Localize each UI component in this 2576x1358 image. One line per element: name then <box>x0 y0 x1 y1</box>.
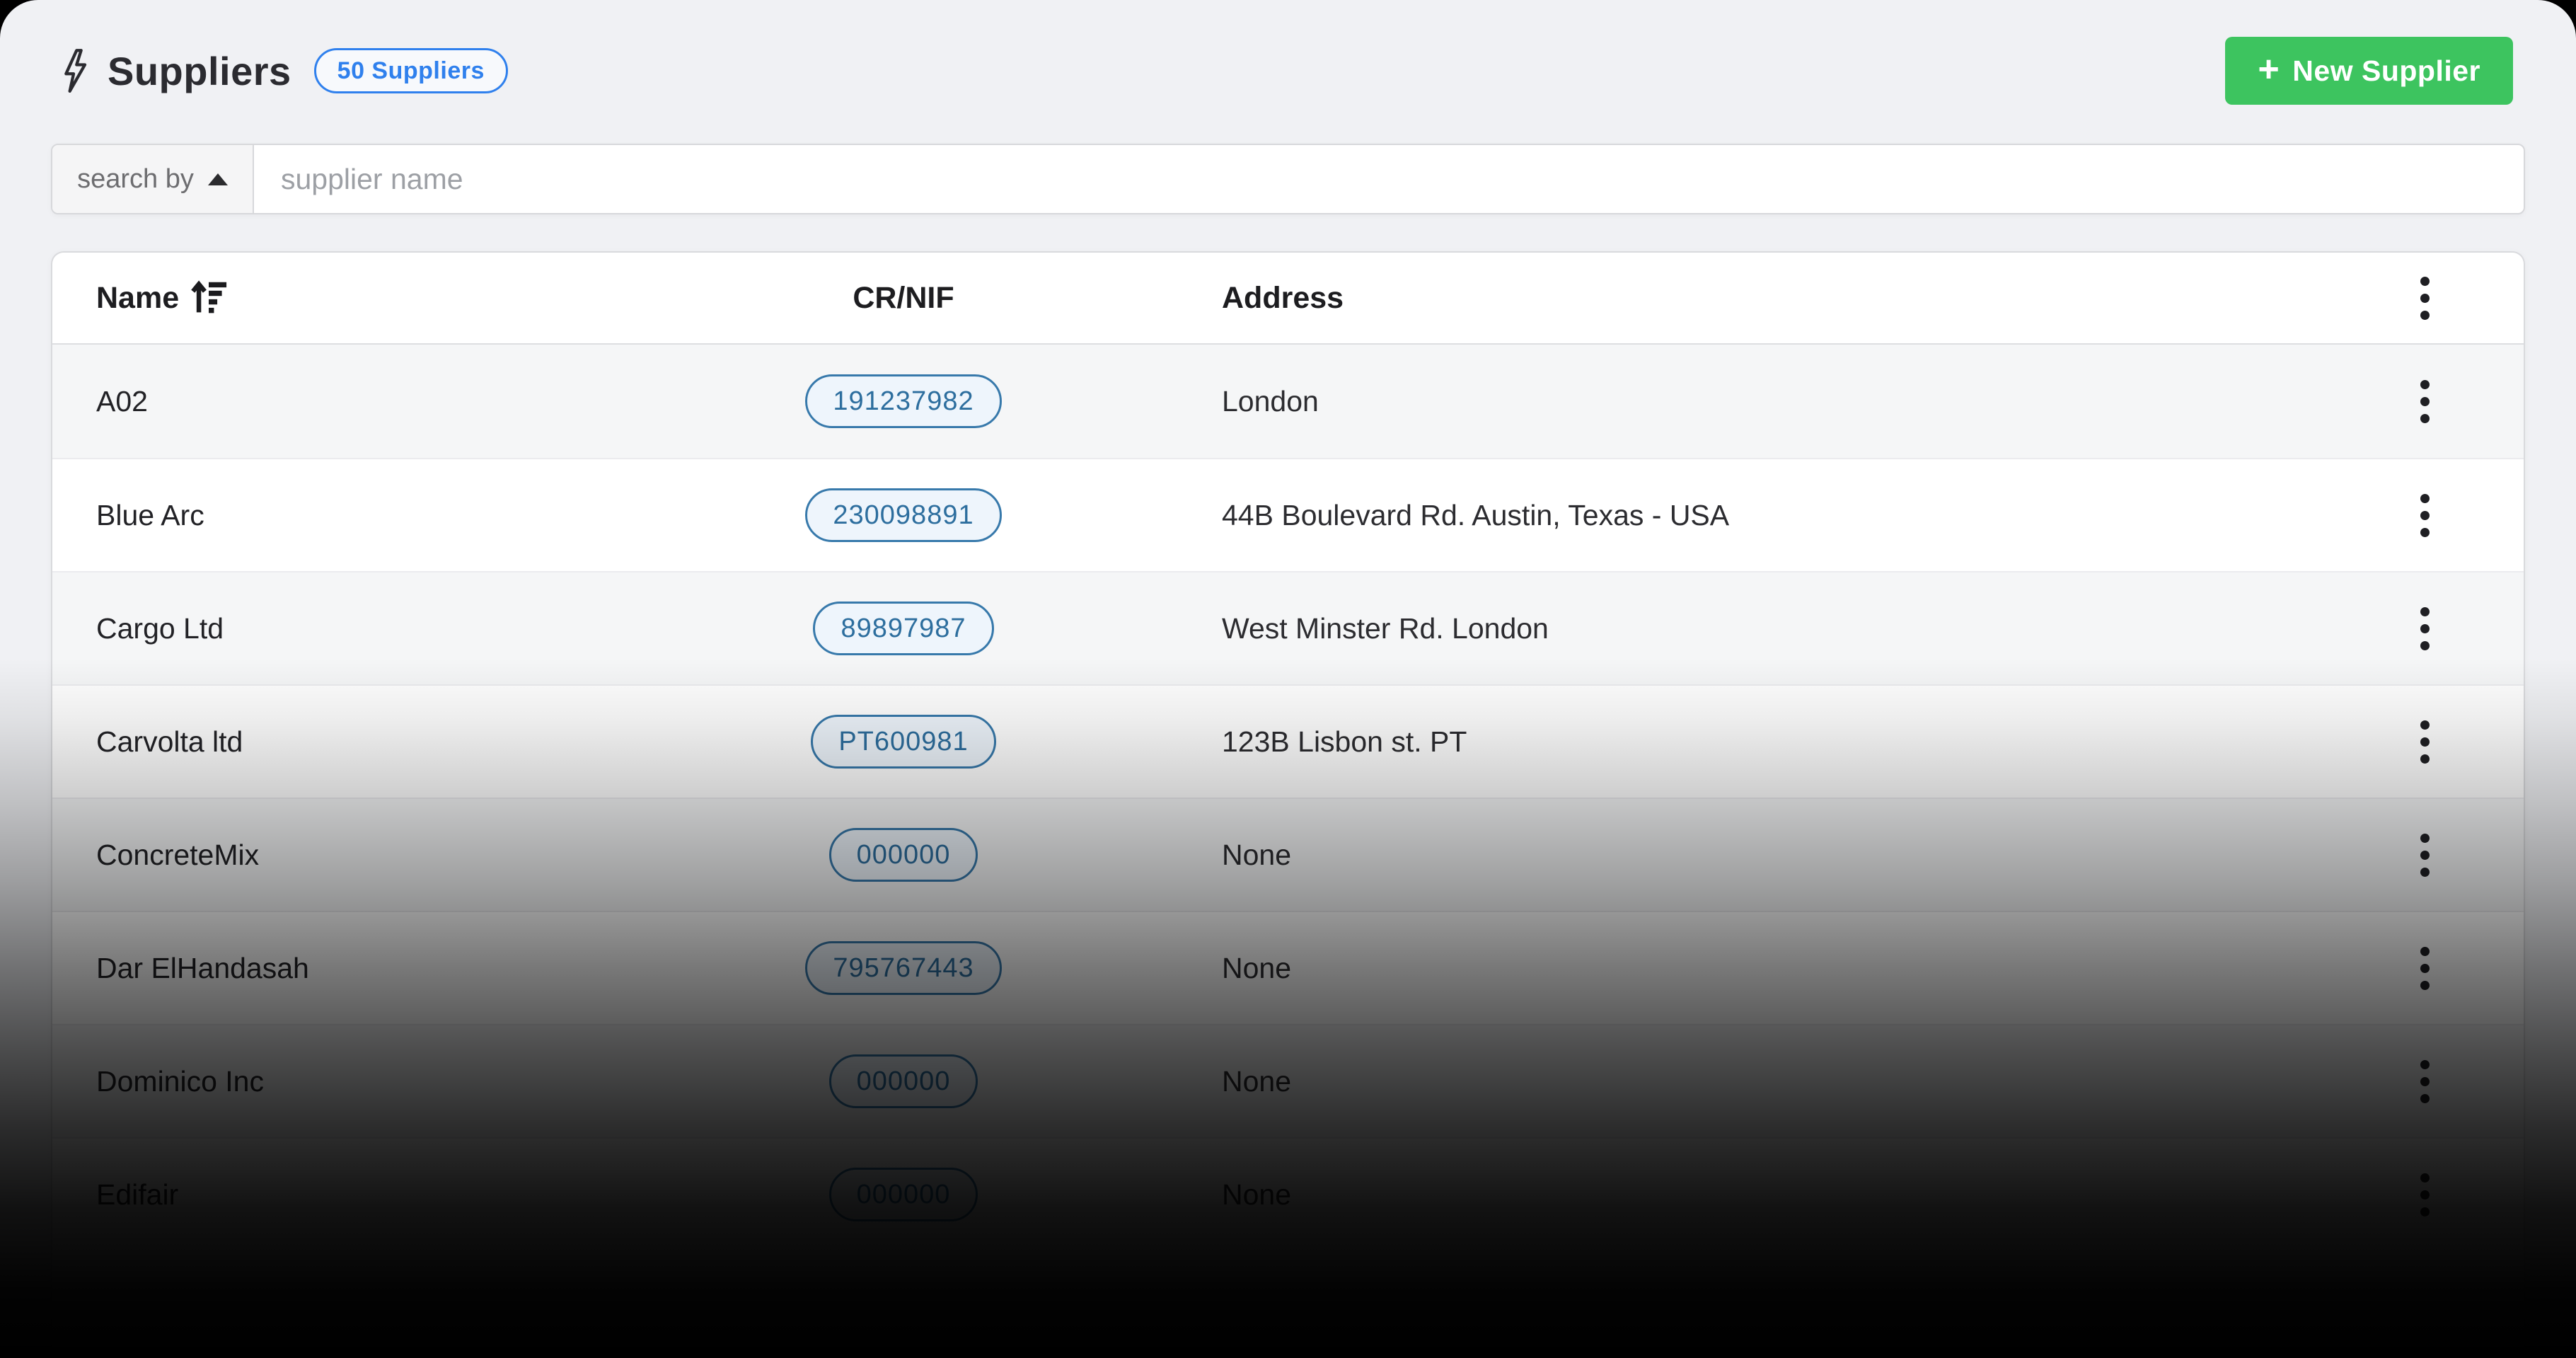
address-cell: 44B Boulevard Rd. Austin, Texas - USA <box>1058 499 2326 532</box>
supplier-name: Carvolta ltd <box>96 725 243 758</box>
supplier-address: None <box>1222 951 1292 984</box>
screen: Suppliers 50 Suppliers + New Supplier se… <box>0 0 2576 1358</box>
table-row[interactable]: Edifair 000000 None <box>52 1137 2524 1250</box>
row-kebab-menu-icon[interactable] <box>2406 484 2444 547</box>
name-cell: A02 <box>52 385 749 418</box>
supplier-address: None <box>1222 838 1292 871</box>
supplier-name: A02 <box>96 384 148 418</box>
table-row[interactable]: Carvolta ltd PT600981 123B Lisbon st. PT <box>52 684 2524 798</box>
cr-nif-badge: 795767443 <box>805 941 1002 995</box>
name-cell: Dominico Inc <box>52 1065 749 1098</box>
table-header-row: Name CR/NIF Address <box>52 253 2524 345</box>
cr-nif-cell: 000000 <box>749 828 1058 882</box>
lightning-bolt-icon <box>59 48 88 93</box>
table-body: A02 191237982 London Blue Arc 230098891 … <box>52 345 2524 1250</box>
sort-ascending-icon <box>190 280 227 316</box>
name-cell: Carvolta ltd <box>52 725 749 759</box>
cr-nif-badge: 000000 <box>828 1054 978 1108</box>
app-window: Suppliers 50 Suppliers + New Supplier se… <box>0 0 2576 1358</box>
supplier-name: Edifair <box>96 1178 179 1211</box>
name-cell: Dar ElHandasah <box>52 952 749 985</box>
caret-up-icon <box>207 173 228 185</box>
search-by-dropdown[interactable]: search by <box>52 145 254 213</box>
address-cell: 123B Lisbon st. PT <box>1058 725 2326 759</box>
supplier-name: Cargo Ltd <box>96 611 224 645</box>
supplier-address: None <box>1222 1178 1292 1211</box>
table-row[interactable]: Dar ElHandasah 795767443 None <box>52 911 2524 1024</box>
cr-nif-cell: 191237982 <box>749 374 1058 428</box>
new-supplier-button[interactable]: + New Supplier <box>2225 37 2513 105</box>
cr-nif-badge: 000000 <box>828 1168 978 1221</box>
supplier-name: Dar ElHandasah <box>96 951 309 984</box>
name-cell: ConcreteMix <box>52 839 749 872</box>
row-menu-cell <box>2326 597 2524 660</box>
table-row[interactable]: Blue Arc 230098891 44B Boulevard Rd. Aus… <box>52 458 2524 571</box>
header-menu-cell <box>2326 267 2524 330</box>
column-header-name[interactable]: Name <box>52 280 749 316</box>
supplier-address: London <box>1222 384 1319 418</box>
row-kebab-menu-icon[interactable] <box>2406 937 2444 1000</box>
address-column-label: Address <box>1222 280 1344 315</box>
cr-nif-column-label: CR/NIF <box>853 280 954 315</box>
supplier-address: West Minster Rd. London <box>1222 611 1549 645</box>
name-cell: Blue Arc <box>52 499 749 532</box>
address-cell: None <box>1058 952 2326 985</box>
row-menu-cell <box>2326 370 2524 433</box>
supplier-address: 123B Lisbon st. PT <box>1222 725 1467 758</box>
cr-nif-cell: 795767443 <box>749 941 1058 995</box>
row-menu-cell <box>2326 937 2524 1000</box>
row-menu-cell <box>2326 710 2524 773</box>
cr-nif-badge: PT600981 <box>811 715 996 769</box>
supplier-address: 44B Boulevard Rd. Austin, Texas - USA <box>1222 498 1730 531</box>
name-column-label: Name <box>96 280 180 315</box>
cr-nif-cell: 230098891 <box>749 488 1058 542</box>
row-menu-cell <box>2326 824 2524 887</box>
table-row[interactable]: A02 191237982 London <box>52 345 2524 458</box>
address-cell: London <box>1058 385 2326 418</box>
supplier-count-badge: 50 Suppliers <box>313 48 508 93</box>
cr-nif-cell: PT600981 <box>749 715 1058 769</box>
table-row[interactable]: Cargo Ltd 89897987 West Minster Rd. Lond… <box>52 571 2524 684</box>
column-header-address: Address <box>1058 281 2326 316</box>
cr-nif-badge: 000000 <box>828 828 978 882</box>
supplier-name: ConcreteMix <box>96 838 260 871</box>
table-row[interactable]: ConcreteMix 000000 None <box>52 798 2524 911</box>
search-by-label: search by <box>77 163 194 194</box>
plus-icon: + <box>2258 49 2280 90</box>
cr-nif-cell: 000000 <box>749 1054 1058 1108</box>
column-header-cr-nif: CR/NIF <box>749 281 1058 316</box>
row-menu-cell <box>2326 1050 2524 1113</box>
row-kebab-menu-icon[interactable] <box>2406 1050 2444 1113</box>
supplier-address: None <box>1222 1064 1292 1098</box>
search-input[interactable] <box>254 145 2524 213</box>
cr-nif-badge: 230098891 <box>805 488 1002 542</box>
table-row[interactable]: Dominico Inc 000000 None <box>52 1024 2524 1137</box>
address-cell: None <box>1058 839 2326 872</box>
row-kebab-menu-icon[interactable] <box>2406 597 2444 660</box>
title-group: Suppliers 50 Suppliers <box>59 48 508 94</box>
row-menu-cell <box>2326 1163 2524 1226</box>
address-cell: None <box>1058 1065 2326 1098</box>
supplier-name: Blue Arc <box>96 498 204 531</box>
search-bar: search by <box>51 144 2525 214</box>
page-header: Suppliers 50 Suppliers + New Supplier <box>0 0 2576 105</box>
name-cell: Cargo Ltd <box>52 612 749 645</box>
cr-nif-badge: 191237982 <box>805 374 1002 428</box>
address-cell: None <box>1058 1178 2326 1212</box>
row-kebab-menu-icon[interactable] <box>2406 1163 2444 1226</box>
name-cell: Edifair <box>52 1178 749 1212</box>
cr-nif-cell: 000000 <box>749 1168 1058 1221</box>
row-kebab-menu-icon[interactable] <box>2406 370 2444 433</box>
row-kebab-menu-icon[interactable] <box>2406 824 2444 887</box>
suppliers-table: Name CR/NIF Address A02 191237982 London… <box>51 251 2525 1358</box>
supplier-name: Dominico Inc <box>96 1064 264 1098</box>
page-title: Suppliers <box>108 48 291 93</box>
cr-nif-cell: 89897987 <box>749 602 1058 655</box>
row-kebab-menu-icon[interactable] <box>2406 710 2444 773</box>
new-supplier-label: New Supplier <box>2292 54 2480 87</box>
row-menu-cell <box>2326 484 2524 547</box>
address-cell: West Minster Rd. London <box>1058 612 2326 645</box>
header-kebab-menu-icon[interactable] <box>2406 267 2444 330</box>
cr-nif-badge: 89897987 <box>813 602 994 655</box>
